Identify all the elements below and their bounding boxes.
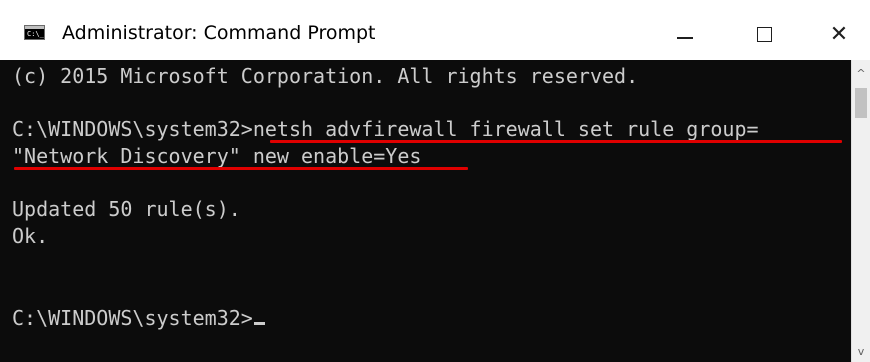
maximize-button[interactable] (741, 14, 787, 54)
close-button[interactable]: ✕ (816, 14, 862, 54)
scroll-up-icon[interactable]: ^ (852, 62, 870, 84)
text-cursor (253, 322, 265, 325)
console-prompt: C:\WINDOWS\system32> (12, 306, 253, 330)
command-highlight-underline (14, 167, 468, 170)
window-title: Administrator: Command Prompt (62, 22, 376, 44)
console-line-command-cont: "Network Discovery" new enable=Yes (12, 144, 422, 168)
minimize-icon (677, 37, 693, 39)
scroll-down-icon[interactable]: v (852, 340, 870, 362)
cmd-icon-glyph: C:\_ (27, 30, 44, 38)
command-highlight-underline (270, 140, 842, 143)
console-output[interactable]: (c) 2015 Microsoft Corporation. All righ… (0, 60, 851, 362)
maximize-icon (756, 26, 772, 42)
minimize-button[interactable] (662, 14, 708, 54)
console-line-command: C:\WINDOWS\system32>netsh advfirewall fi… (12, 117, 759, 141)
scrollbar-thumb[interactable] (855, 88, 867, 118)
console-line: (c) 2015 Microsoft Corporation. All righ… (12, 64, 639, 88)
console-prompt-line[interactable]: C:\WINDOWS\system32> (12, 306, 265, 330)
command-prompt-window: C:\_ Administrator: Command Prompt ✕ (c)… (0, 0, 870, 362)
cmd-icon[interactable]: C:\_ (24, 25, 45, 40)
close-icon: ✕ (829, 21, 849, 47)
console-line-ok: Ok. (12, 224, 49, 248)
console-line-result: Updated 50 rule(s). (12, 197, 241, 221)
vertical-scrollbar[interactable]: ^ v (851, 60, 870, 362)
title-bar[interactable]: C:\_ Administrator: Command Prompt ✕ (0, 0, 870, 60)
